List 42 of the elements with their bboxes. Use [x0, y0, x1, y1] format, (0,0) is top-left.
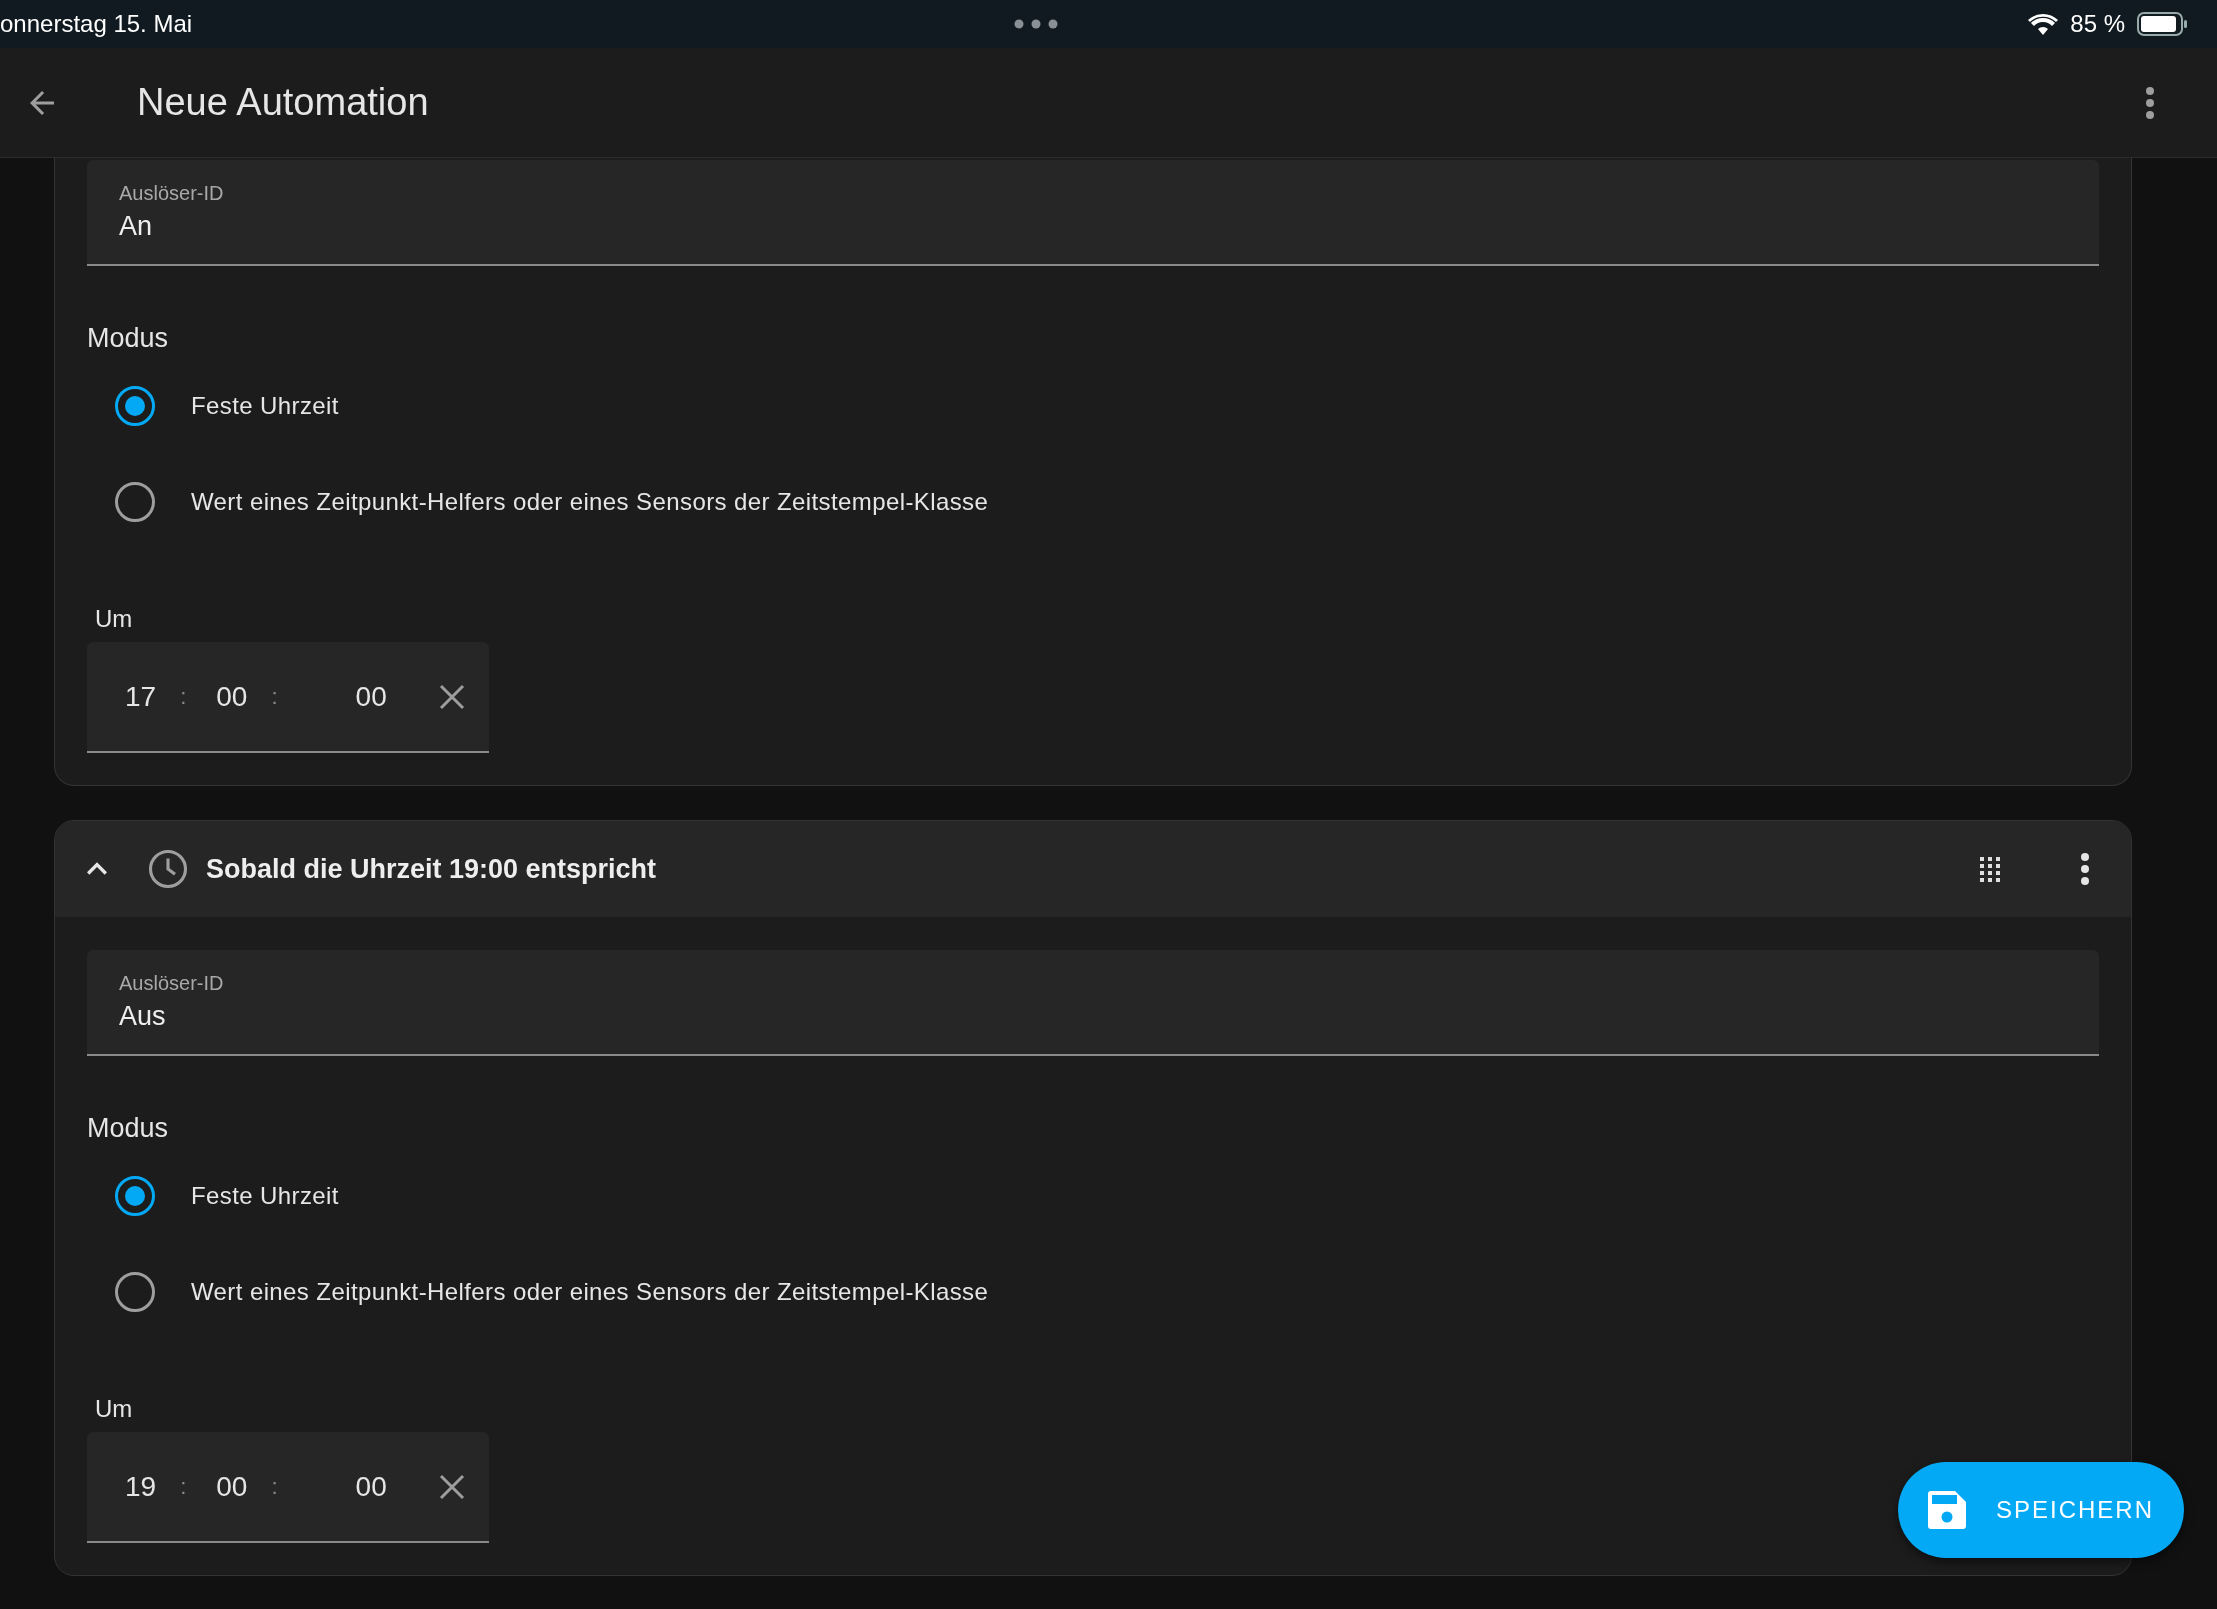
close-icon[interactable] — [439, 683, 465, 710]
close-icon[interactable] — [439, 1473, 465, 1500]
radio-button[interactable] — [115, 1272, 155, 1312]
battery-icon — [2137, 12, 2189, 36]
radio-label: Feste Uhrzeit — [191, 1182, 339, 1210]
status-date: onnerstag 15. Mai — [0, 10, 193, 38]
hours-value: 17 — [125, 680, 157, 713]
minutes-value: 00 — [216, 1470, 248, 1503]
seconds-value: 00 — [355, 680, 387, 713]
battery-percentage: 85 % — [2070, 10, 2125, 38]
radio-label: Feste Uhrzeit — [191, 392, 339, 420]
multitask-dots-icon — [1014, 19, 1058, 29]
section-label: Modus — [87, 322, 170, 355]
drag-handle-icon[interactable] — [1979, 856, 2001, 882]
section-label: Um — [95, 1394, 134, 1424]
time-separator: : — [271, 1473, 278, 1500]
time-field[interactable]: 17 : 00 : 00 — [87, 642, 489, 753]
radio-button[interactable] — [115, 482, 155, 522]
radio-label: Wert eines Zeitpunkt-Helfers oder eines Sensors der Zeitstempel-Klasse — [191, 488, 989, 516]
trigger-id-field[interactable]: Auslöser-ID Aus — [87, 950, 2099, 1056]
time-separator: : — [271, 683, 278, 710]
minutes-value: 00 — [216, 680, 248, 713]
clock-icon — [147, 848, 189, 890]
time-separator: : — [180, 683, 187, 710]
radio-label: Wert eines Zeitpunkt-Helfers oder eines Sensors der Zeitstempel-Klasse — [191, 1278, 989, 1306]
page-title: Neue Automation — [137, 81, 429, 124]
field-label: Auslöser-ID — [119, 972, 224, 995]
seconds-value: 00 — [355, 1470, 387, 1503]
trigger-id-field[interactable]: Auslöser-ID An — [87, 160, 2099, 266]
time-field[interactable]: 19 : 00 : 00 — [87, 1432, 489, 1543]
card-title: Sobald die Uhrzeit 19:00 entspricht — [206, 853, 657, 885]
time-separator: : — [180, 1473, 187, 1500]
field-label: Auslöser-ID — [119, 182, 224, 205]
field-value: Aus — [119, 1001, 166, 1032]
section-label: Modus — [87, 1112, 170, 1145]
hours-value: 19 — [125, 1470, 157, 1503]
more-menu-icon[interactable] — [2079, 851, 2091, 887]
field-value: An — [119, 211, 153, 242]
radio-button[interactable] — [115, 1176, 155, 1216]
section-label: Um — [95, 604, 134, 634]
wifi-icon — [2028, 13, 2059, 35]
radio-button[interactable] — [115, 386, 155, 426]
